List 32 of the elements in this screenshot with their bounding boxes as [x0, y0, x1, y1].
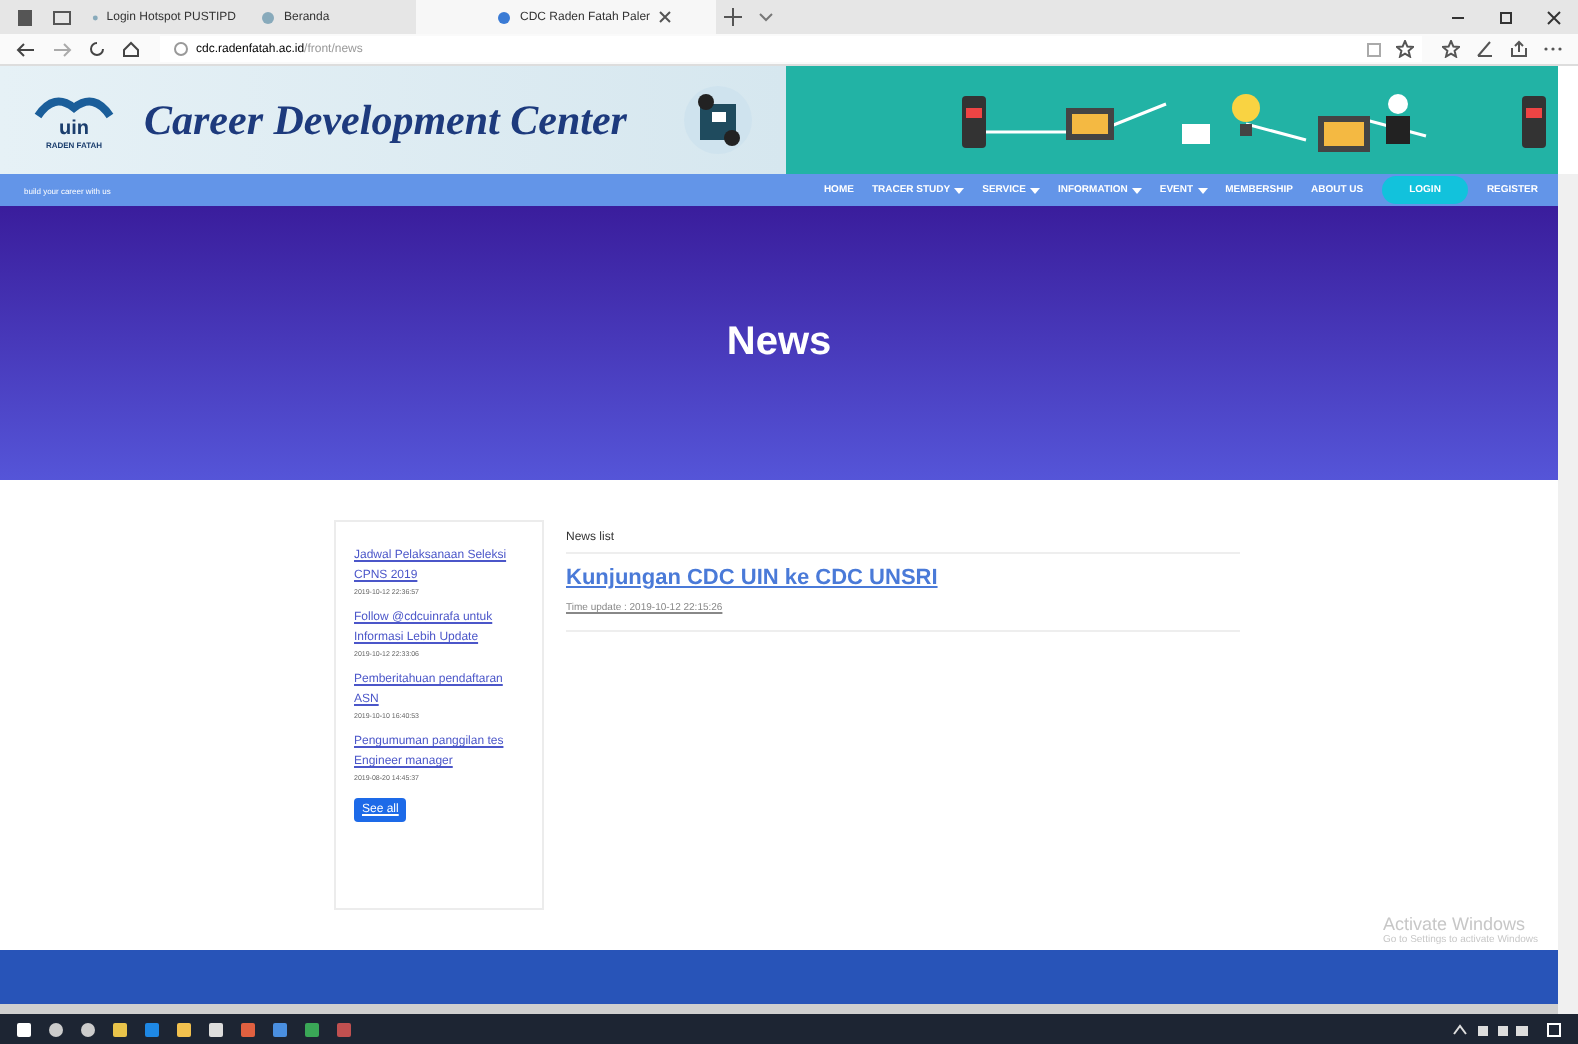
page-title: News — [726, 320, 832, 366]
restore-icon[interactable] — [1498, 9, 1514, 25]
refresh-icon[interactable] — [88, 40, 106, 58]
share-icon[interactable] — [1510, 40, 1528, 58]
notification-icon[interactable] — [1546, 1021, 1562, 1037]
home-icon[interactable] — [122, 40, 140, 58]
activation-title: Activate Windows — [1382, 914, 1527, 934]
close-icon[interactable] — [658, 10, 673, 24]
page-icon — [496, 9, 512, 25]
favorites-icon[interactable] — [1442, 40, 1460, 58]
pen-icon[interactable] — [1476, 40, 1494, 58]
caret-icon — [954, 187, 965, 193]
logo-text: uin — [59, 119, 89, 139]
close-icon[interactable] — [1546, 9, 1562, 25]
caret-icon — [1131, 187, 1142, 193]
tab-aside-icon[interactable] — [52, 7, 72, 27]
vertical-scrollbar[interactable] — [1558, 174, 1578, 1014]
desk-people-drawing — [682, 84, 754, 156]
caret-icon — [1197, 187, 1208, 193]
info-icon — [174, 42, 188, 56]
new-tab-icon[interactable] — [724, 8, 742, 26]
star-icon[interactable] — [1396, 40, 1414, 58]
system-tray-icon[interactable] — [1450, 1021, 1530, 1037]
back-icon[interactable] — [16, 41, 36, 57]
horizontal-scrollbar[interactable] — [0, 1004, 1558, 1014]
more-icon[interactable] — [1544, 46, 1562, 52]
caret-icon — [1029, 187, 1040, 193]
article-link[interactable]: Kunjungan CDC UIN ke CDC UNSRI — [566, 566, 1240, 590]
site-title: Career Development Center — [144, 95, 629, 145]
chevron-down-icon[interactable] — [758, 11, 774, 23]
tab-actions-icon[interactable] — [16, 7, 36, 27]
page-icon — [260, 9, 276, 25]
